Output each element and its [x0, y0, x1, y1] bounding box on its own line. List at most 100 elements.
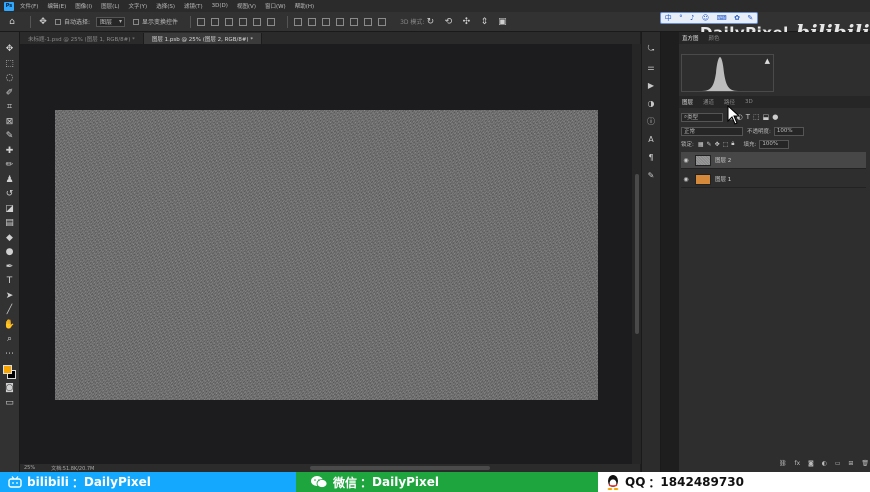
lock-transparent-icon[interactable]: ▦ [698, 141, 704, 148]
blend-mode-dropdown[interactable]: 正常 [681, 126, 743, 136]
distribute-vcenter-icon[interactable] [308, 17, 317, 26]
line-tool-icon[interactable]: ╱ [3, 303, 17, 317]
dodge-tool-icon[interactable]: ● [3, 245, 17, 259]
filter-shape-icon[interactable]: ⬚ [753, 113, 760, 121]
path-select-tool-icon[interactable]: ➤ [3, 289, 17, 303]
filter-type-icon[interactable]: T [746, 113, 750, 121]
menu-edit[interactable]: 编辑(E) [47, 2, 66, 10]
distribute-right-icon[interactable] [364, 17, 373, 26]
more-tools-icon[interactable]: ⋯ [3, 347, 17, 361]
delete-layer-icon[interactable]: 🗑︎ [861, 460, 869, 470]
menu-help[interactable]: 帮助(H) [295, 2, 314, 10]
pen-tool-icon[interactable]: ✒ [3, 260, 17, 274]
show-transform-checkbox[interactable] [133, 18, 140, 25]
fill-input[interactable]: 100% [759, 139, 790, 149]
home-icon[interactable]: ⌂ [6, 16, 18, 28]
layer-row-1[interactable]: ◉ 图层 1 [681, 171, 866, 188]
layer-name[interactable]: 图层 2 [715, 156, 731, 164]
noise-canvas[interactable] [55, 110, 598, 400]
add-mask-icon[interactable]: ◙ [808, 460, 814, 470]
auto-select-checkbox[interactable] [55, 18, 61, 25]
lock-image-icon[interactable]: ✎ [707, 141, 712, 148]
menu-image[interactable]: 图像(I) [75, 2, 92, 10]
photoshop-logo[interactable]: Ps [4, 1, 14, 11]
healing-brush-tool-icon[interactable]: ✚ [3, 144, 17, 158]
ime-keyboard-icon[interactable]: ⌨ [717, 14, 727, 22]
canvas-area[interactable] [20, 44, 632, 464]
3d-scale-icon[interactable]: ▣ [496, 16, 508, 28]
link-layers-icon[interactable]: ⛓ [779, 460, 787, 470]
tab-channels[interactable]: 通道 [703, 98, 714, 106]
align-hcenter-icon[interactable] [253, 17, 262, 26]
new-group-icon[interactable]: ▭ [835, 460, 841, 470]
lock-artboard-icon[interactable]: ⬚ [723, 141, 729, 148]
distribute-left-icon[interactable] [336, 17, 345, 26]
visibility-eye-icon[interactable]: ◉ [681, 157, 691, 164]
new-layer-icon[interactable]: ⊞ [848, 460, 853, 470]
ime-skin-icon[interactable]: ✿ [734, 14, 740, 22]
distribute-top-icon[interactable] [294, 17, 303, 26]
align-top-icon[interactable] [197, 17, 206, 26]
adjustments-panel-icon[interactable]: ◑ [644, 96, 658, 110]
frame-tool-icon[interactable]: ⊠ [3, 115, 17, 129]
actions-panel-icon[interactable]: ▶ [644, 78, 658, 92]
quick-mask-icon[interactable]: ◙ [3, 381, 17, 395]
layer-filter-dropdown[interactable]: ⌕ 类型 [681, 112, 723, 122]
3d-roll-icon[interactable]: ⟲ [442, 16, 454, 28]
document-info[interactable]: 文档:51.8K/20.7M [51, 465, 94, 472]
tab-histogram[interactable]: 直方图 [682, 34, 699, 42]
align-left-icon[interactable] [239, 17, 248, 26]
auto-select-dropdown[interactable]: 图层 [96, 16, 126, 27]
layer-style-icon[interactable]: fx [795, 460, 801, 470]
menu-filter[interactable]: 滤镜(T) [184, 2, 203, 10]
properties-panel-icon[interactable]: ⚌ [644, 60, 658, 74]
ime-punctuation-icon[interactable]: ° [679, 14, 683, 22]
menu-layer[interactable]: 图层(L) [101, 2, 119, 10]
brush-tool-icon[interactable]: ✏ [3, 158, 17, 172]
menu-file[interactable]: 文件(F) [20, 2, 38, 10]
align-bottom-icon[interactable] [225, 17, 234, 26]
marquee-tool-icon[interactable]: ⬚ [3, 57, 17, 71]
crop-tool-icon[interactable]: ⌗ [3, 100, 17, 114]
history-panel-icon[interactable]: ⤿ [644, 42, 658, 56]
screen-mode-icon[interactable]: ▭ [3, 396, 17, 410]
distribute-bottom-icon[interactable] [322, 17, 331, 26]
horizontal-scrollbar[interactable] [310, 466, 490, 470]
foreground-color-swatch[interactable] [2, 365, 12, 374]
filter-smart-object-icon[interactable]: ⬓ [763, 113, 770, 121]
ime-emoji-icon[interactable]: ☺ [702, 14, 709, 22]
brush-settings-panel-icon[interactable]: ✎ [644, 168, 658, 182]
menu-window[interactable]: 窗口(W) [265, 2, 286, 10]
paragraph-panel-icon[interactable]: ¶ [644, 150, 658, 164]
zoom-tool-icon[interactable]: ⌕ [3, 332, 17, 346]
menu-view[interactable]: 视图(V) [237, 2, 256, 10]
gradient-tool-icon[interactable]: ▤ [3, 216, 17, 230]
menu-select[interactable]: 选择(S) [156, 2, 175, 10]
visibility-eye-icon[interactable]: ◉ [681, 176, 691, 183]
eyedropper-tool-icon[interactable]: ✎ [3, 129, 17, 143]
character-panel-icon[interactable]: A [644, 132, 658, 146]
quick-select-tool-icon[interactable]: ✐ [3, 86, 17, 100]
info-panel-icon[interactable]: ⓘ [644, 114, 658, 128]
3d-drag-icon[interactable]: ✣ [460, 16, 472, 28]
opacity-input[interactable]: 100% [773, 126, 804, 136]
ime-voice-icon[interactable]: ♪ [690, 14, 694, 22]
distribute-hcenter-icon[interactable] [350, 17, 359, 26]
adjustment-layer-icon[interactable]: ◐ [822, 460, 827, 470]
ime-tools-icon[interactable]: ✎ [747, 14, 753, 22]
move-tool-icon[interactable]: ✥ [37, 16, 49, 28]
scrollbar-thumb[interactable] [635, 174, 639, 334]
lasso-tool-icon[interactable]: ◌ [3, 71, 17, 85]
move-tool-icon[interactable]: ✥ [3, 42, 17, 56]
history-brush-tool-icon[interactable]: ↺ [3, 187, 17, 201]
ime-chinese-icon[interactable]: 中 [665, 13, 672, 23]
layer-row-2[interactable]: ◉ 图层 2 [681, 152, 866, 169]
menu-type[interactable]: 文字(Y) [129, 2, 148, 10]
lock-position-icon[interactable]: ✥ [715, 141, 720, 148]
blur-tool-icon[interactable]: ◆ [3, 231, 17, 245]
align-vcenter-icon[interactable] [211, 17, 220, 26]
vertical-scrollbar[interactable] [632, 44, 641, 464]
menu-3d[interactable]: 3D(D) [212, 3, 228, 9]
lock-all-icon[interactable]: 🔒︎ [731, 140, 734, 148]
layer-name[interactable]: 图层 1 [715, 175, 731, 183]
